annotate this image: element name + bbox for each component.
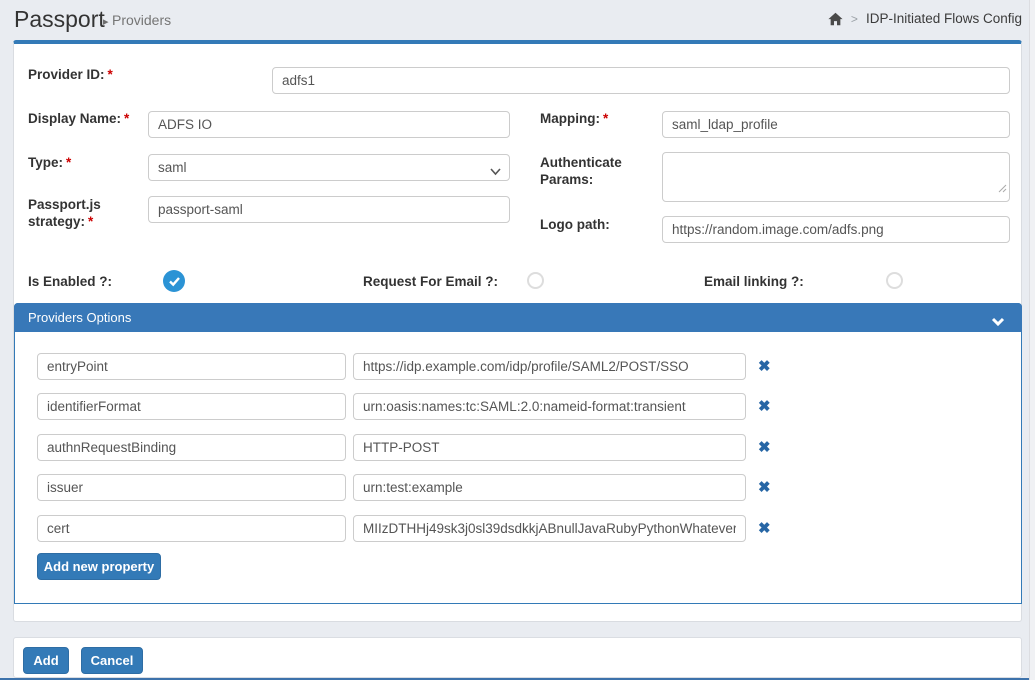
provider-id-input[interactable]	[272, 67, 1010, 94]
request-for-email-label: Request For Email ?:	[363, 273, 498, 290]
provider-option-row: ✖	[15, 353, 1023, 381]
cancel-button[interactable]: Cancel	[81, 647, 143, 674]
provider-option-row: ✖	[15, 474, 1023, 502]
option-value-input[interactable]	[353, 474, 746, 501]
breadcrumb-separator: >	[851, 12, 858, 26]
option-value-input[interactable]	[353, 434, 746, 461]
authenticate-params-wrap	[662, 152, 1010, 202]
email-linking-label: Email linking ?:	[704, 273, 804, 290]
mapping-label: Mapping:*	[540, 110, 608, 127]
option-key-input[interactable]	[37, 474, 346, 501]
option-key-input[interactable]	[37, 434, 346, 461]
type-select[interactable]: saml	[148, 154, 510, 181]
delete-option-icon[interactable]: ✖	[758, 520, 771, 538]
scrollbar[interactable]	[1029, 0, 1035, 680]
option-value-input[interactable]	[353, 353, 746, 380]
delete-option-icon[interactable]: ✖	[758, 439, 771, 457]
option-key-input[interactable]	[37, 393, 346, 420]
display-name-label: Display Name:*	[28, 110, 129, 127]
email-linking-toggle[interactable]	[886, 272, 903, 289]
provider-option-row: ✖	[15, 434, 1023, 462]
provider-option-row: ✖	[15, 515, 1023, 543]
breadcrumb: > IDP-Initiated Flows Config	[828, 11, 1022, 26]
home-icon[interactable]	[828, 12, 843, 26]
app-title: Passport	[14, 6, 105, 33]
logo-path-label: Logo path:	[540, 216, 610, 233]
action-bar: Add Cancel	[13, 637, 1022, 678]
passport-strategy-input[interactable]	[148, 196, 510, 223]
option-value-input[interactable]	[353, 515, 746, 542]
mapping-input[interactable]	[662, 111, 1010, 138]
authenticate-params-label: Authenticate Params:	[540, 154, 640, 188]
option-value-input[interactable]	[353, 393, 746, 420]
delete-option-icon[interactable]: ✖	[758, 479, 771, 497]
provider-id-label: Provider ID:*	[28, 66, 113, 83]
option-key-input[interactable]	[37, 353, 346, 380]
display-name-input[interactable]	[148, 111, 510, 138]
passport-strategy-label: Passport.js strategy:*	[28, 196, 123, 230]
provider-option-row: ✖	[15, 393, 1023, 421]
delete-option-icon[interactable]: ✖	[758, 398, 771, 416]
type-label: Type:*	[28, 154, 71, 171]
top-header: Passport ▸ Providers > IDP-Initiated Flo…	[0, 0, 1035, 40]
section-arrow-icon: ▸	[103, 15, 109, 28]
logo-path-input[interactable]	[662, 216, 1010, 243]
type-select-wrap: saml	[148, 154, 510, 181]
breadcrumb-current: IDP-Initiated Flows Config	[866, 11, 1022, 26]
providers-options-header[interactable]: Providers Options	[14, 303, 1022, 332]
option-key-input[interactable]	[37, 515, 346, 542]
collapse-chevron-icon[interactable]	[991, 313, 1005, 331]
providers-options-title: Providers Options	[28, 310, 131, 325]
is-enabled-toggle[interactable]	[163, 270, 185, 292]
section-title: Providers	[112, 12, 171, 28]
is-enabled-label: Is Enabled ?:	[28, 273, 112, 290]
authenticate-params-textarea[interactable]	[662, 152, 1010, 202]
request-for-email-toggle[interactable]	[527, 272, 544, 289]
add-button[interactable]: Add	[23, 647, 69, 674]
add-new-property-button[interactable]: Add new property	[37, 553, 161, 580]
delete-option-icon[interactable]: ✖	[758, 358, 771, 376]
page: Passport ▸ Providers > IDP-Initiated Flo…	[0, 0, 1035, 680]
providers-options-panel: Providers Options ✖ ✖ ✖ ✖	[14, 303, 1022, 604]
